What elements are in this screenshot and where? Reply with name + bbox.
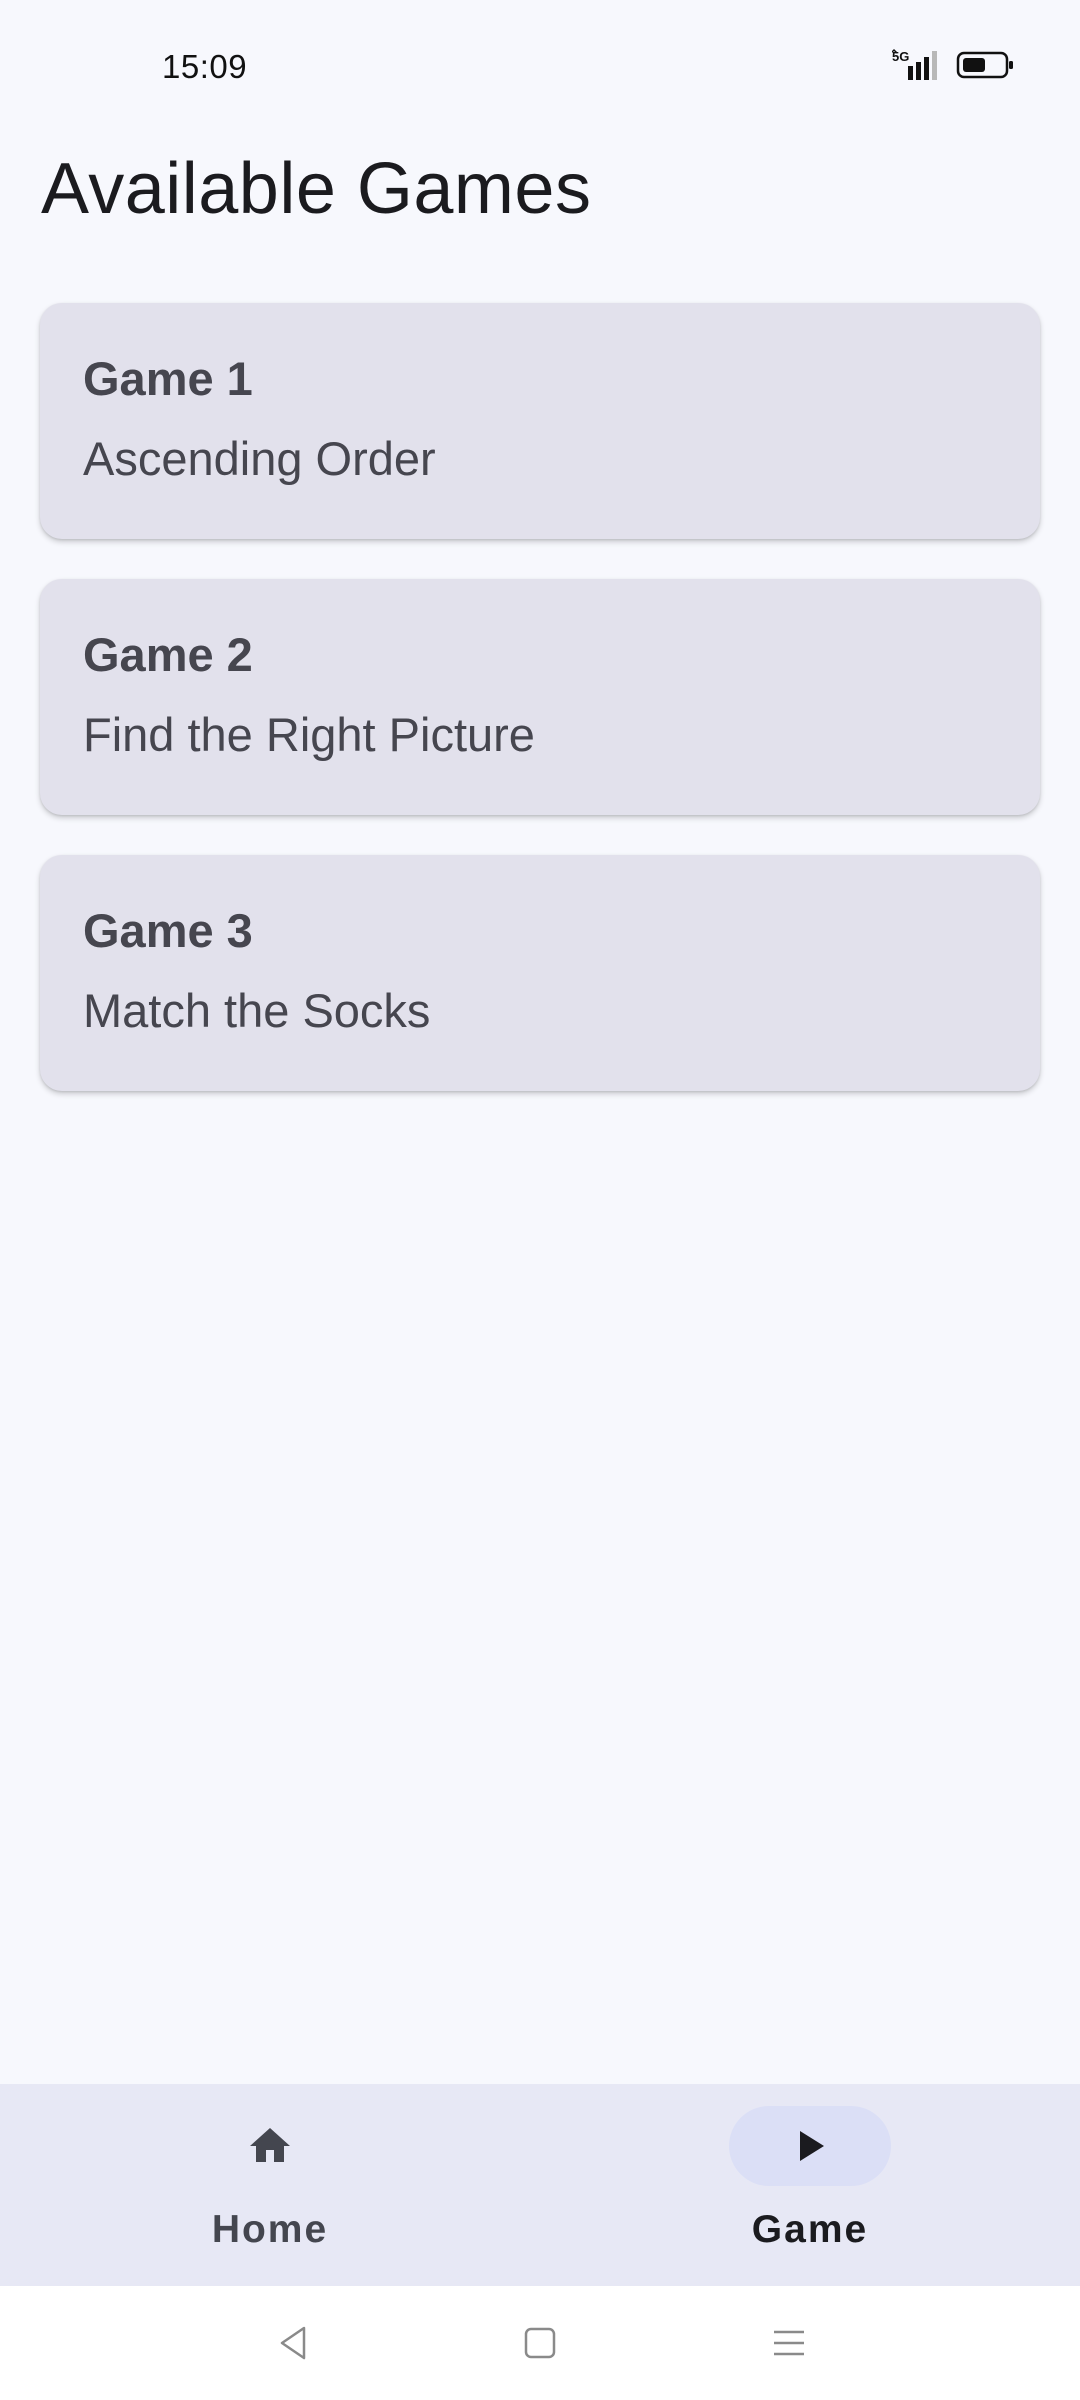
status-time: 15:09 [162,48,248,85]
system-navigation-bar [0,2286,1080,2400]
status-icons: 5G [892,48,1014,82]
signal-5g-icon: 5G [892,48,937,80]
game-card-subtitle: Match the Socks [83,984,431,1037]
nav-label-game: Game [751,2208,869,2251]
game-list: Game 1 Ascending Order Game 2 Find the R… [40,303,1040,1131]
nav-item-home[interactable]: Home [0,2084,540,2286]
nav-item-game[interactable]: Game [540,2084,1080,2286]
game-card-2[interactable]: Game 2 Find the Right Picture [40,579,1040,815]
game-card-subtitle: Ascending Order [83,432,436,485]
back-icon[interactable] [268,2318,318,2368]
home-icon [250,2128,290,2162]
recents-menu-icon[interactable] [764,2318,814,2368]
bottom-navigation-bar: Home Game [0,2084,1080,2286]
status-bar: 15:09 5G [0,0,1080,140]
game-card-title: Game 1 [83,352,253,405]
game-card-title: Game 2 [83,628,253,681]
nav-label-home: Home [211,2208,329,2251]
game-card-subtitle: Find the Right Picture [83,708,535,761]
battery-icon [956,51,1013,79]
game-card-1[interactable]: Game 1 Ascending Order [40,303,1040,539]
game-card-3[interactable]: Game 3 Match the Socks [40,855,1040,1091]
page-title: Available Games [41,149,592,229]
play-icon [800,2131,824,2161]
game-card-title: Game 3 [83,904,253,957]
home-square-icon[interactable] [515,2318,565,2368]
